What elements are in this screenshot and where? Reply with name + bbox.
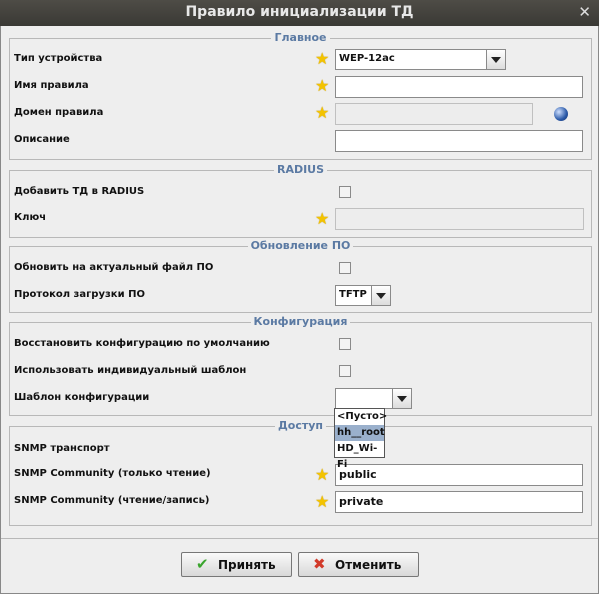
rule-name-input[interactable] [335, 76, 583, 98]
access-section: Доступ SNMP транспорт SNMP Community (то… [9, 419, 592, 526]
snmp-transport-label: SNMP транспорт [14, 443, 110, 454]
firmware-update-checkbox[interactable] [339, 262, 351, 274]
rule-domain-input [335, 103, 533, 125]
config-template-select[interactable] [335, 388, 412, 409]
globe-icon[interactable] [554, 107, 568, 121]
individual-template-checkbox[interactable] [339, 365, 351, 377]
description-label: Описание [14, 134, 70, 145]
description-row: Описание [10, 130, 591, 152]
firmware-section: Обновление ПО Обновить на актуальный фай… [9, 239, 592, 313]
snmp-rw-input[interactable]: private [335, 491, 583, 513]
required-star-icon: ★ [315, 209, 330, 228]
radius-key-row: Ключ ★ [10, 208, 591, 230]
firmware-protocol-value: TFTP [339, 289, 367, 300]
access-section-legend: Доступ [274, 419, 327, 432]
main-section-legend: Главное [271, 31, 330, 44]
snmp-ro-label: SNMP Community (только чтение) [14, 468, 211, 479]
window-title: Правило инициализации ТД [185, 4, 414, 20]
snmp-rw-label: SNMP Community (чтение/запись) [14, 495, 210, 506]
description-input[interactable] [335, 130, 583, 152]
accept-button-label: Принять [218, 558, 276, 572]
snmp-ro-row: SNMP Community (только чтение) ★ public [10, 464, 591, 486]
config-section: Конфигурация Восстановить конфигурацию п… [9, 315, 592, 416]
close-icon[interactable]: ✕ [578, 3, 591, 21]
template-option[interactable]: hh__root [335, 425, 385, 441]
config-template-row: Шаблон конфигурации [10, 388, 591, 410]
firmware-protocol-label: Протокол загрузки ПО [14, 289, 145, 300]
title-bar: Правило инициализации ТД ✕ [0, 0, 599, 26]
snmp-rw-row: SNMP Community (чтение/запись) ★ private [10, 491, 591, 513]
template-option[interactable]: HD_Wi-Fi [335, 441, 384, 470]
add-ap-radius-row: Добавить ТД в RADIUS [10, 182, 591, 204]
rule-domain-row: Домен правила ★ [10, 103, 591, 125]
config-section-legend: Конфигурация [250, 315, 351, 328]
snmp-transport-row: SNMP транспорт [10, 439, 591, 461]
required-star-icon: ★ [315, 465, 330, 484]
firmware-protocol-select[interactable]: TFTP [335, 285, 391, 306]
dialog-body: Главное Тип устройства ★ WEP-12ac Имя пр… [0, 26, 599, 594]
chevron-down-icon[interactable] [486, 50, 505, 69]
radius-key-input [335, 208, 584, 230]
individual-template-label: Использовать индивидуальный шаблон [14, 365, 247, 376]
template-option[interactable]: <Пусто> [335, 409, 387, 425]
restore-config-checkbox[interactable] [339, 338, 351, 350]
chevron-down-icon[interactable] [392, 389, 411, 408]
device-type-row: Тип устройства ★ WEP-12ac [10, 49, 591, 71]
rule-name-row: Имя правила ★ [10, 76, 591, 98]
firmware-protocol-row: Протокол загрузки ПО TFTP [10, 285, 591, 307]
firmware-update-row: Обновить на актуальный файл ПО [10, 258, 591, 280]
cross-icon: ✖ [313, 555, 326, 573]
chevron-down-icon[interactable] [371, 286, 390, 305]
required-star-icon: ★ [315, 49, 330, 68]
radius-section: RADIUS Добавить ТД в RADIUS Ключ ★ [9, 163, 592, 238]
individual-template-row: Использовать индивидуальный шаблон [10, 361, 591, 383]
device-type-select[interactable]: WEP-12ac [335, 49, 506, 70]
firmware-section-legend: Обновление ПО [247, 239, 354, 252]
checkmark-icon: ✔ [196, 555, 209, 573]
cancel-button[interactable]: ✖ Отменить [298, 552, 419, 577]
device-type-value: WEP-12ac [339, 53, 395, 64]
cancel-button-label: Отменить [335, 558, 402, 572]
restore-config-row: Восстановить конфигурацию по умолчанию [10, 334, 591, 356]
config-template-label: Шаблон конфигурации [14, 392, 150, 403]
divider [1, 538, 598, 539]
snmp-ro-input[interactable]: public [335, 464, 583, 486]
add-ap-radius-label: Добавить ТД в RADIUS [14, 186, 145, 197]
main-section: Главное Тип устройства ★ WEP-12ac Имя пр… [9, 31, 592, 160]
add-ap-radius-checkbox[interactable] [339, 186, 351, 198]
required-star-icon: ★ [315, 76, 330, 95]
firmware-update-label: Обновить на актуальный файл ПО [14, 262, 214, 273]
required-star-icon: ★ [315, 103, 330, 122]
radius-section-legend: RADIUS [273, 163, 328, 176]
radius-key-label: Ключ [14, 212, 47, 223]
rule-domain-label: Домен правила [14, 107, 104, 118]
restore-config-label: Восстановить конфигурацию по умолчанию [14, 338, 270, 349]
required-star-icon: ★ [315, 492, 330, 511]
device-type-label: Тип устройства [14, 53, 103, 64]
config-template-popup: <Пусто> hh__root HD_Wi-Fi [334, 408, 387, 470]
rule-name-label: Имя правила [14, 80, 89, 91]
accept-button[interactable]: ✔ Принять [181, 552, 292, 577]
